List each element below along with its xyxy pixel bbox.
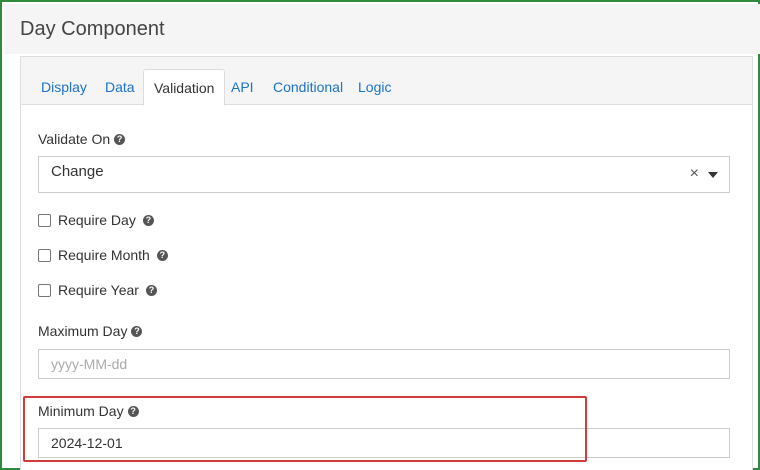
- help-icon[interactable]: ?: [156, 249, 168, 261]
- maximum-day-label-text: Maximum Day: [38, 323, 128, 339]
- require-year-label: Require Year: [58, 282, 139, 298]
- help-icon[interactable]: ?: [131, 325, 143, 337]
- dialog-frame: Day Component Display Data Validation AP…: [0, 0, 760, 470]
- maximum-day-input[interactable]: [38, 349, 730, 379]
- require-day-row: Require Day ?: [38, 212, 154, 228]
- clear-icon[interactable]: ×: [690, 165, 699, 183]
- tab-validation[interactable]: Validation: [143, 69, 226, 106]
- tab-display[interactable]: Display: [31, 69, 97, 106]
- minimum-day-input[interactable]: [38, 428, 730, 458]
- help-icon[interactable]: ?: [142, 214, 154, 226]
- require-year-checkbox[interactable]: [38, 283, 51, 297]
- minimum-day-label: Minimum Day ?: [38, 403, 139, 419]
- help-icon[interactable]: ?: [127, 405, 139, 417]
- validate-on-label-text: Validate On: [38, 131, 111, 147]
- help-icon[interactable]: ?: [145, 284, 157, 296]
- dialog-header: Day Component: [4, 4, 760, 54]
- tab-conditional[interactable]: Conditional: [263, 69, 353, 106]
- tab-data[interactable]: Data: [95, 69, 145, 106]
- require-month-label: Require Month: [58, 247, 150, 263]
- maximum-day-label: Maximum Day ?: [38, 323, 143, 339]
- require-day-checkbox[interactable]: [38, 213, 51, 227]
- require-month-row: Require Month ?: [38, 247, 168, 263]
- tab-bar: Display Data Validation API Conditional …: [21, 57, 752, 106]
- page-title: Day Component: [20, 18, 165, 40]
- chevron-down-icon[interactable]: [708, 172, 718, 178]
- require-month-checkbox[interactable]: [38, 248, 51, 262]
- validate-on-select[interactable]: Change ×: [38, 156, 730, 193]
- require-day-label: Require Day: [58, 212, 136, 228]
- validate-on-value: Change: [51, 163, 104, 180]
- help-icon[interactable]: ?: [114, 133, 126, 145]
- require-year-row: Require Year ?: [38, 282, 157, 298]
- minimum-day-label-text: Minimum Day: [38, 403, 124, 419]
- tab-api[interactable]: API: [221, 69, 264, 106]
- validate-on-label: Validate On ?: [38, 131, 126, 147]
- tab-logic[interactable]: Logic: [348, 69, 401, 106]
